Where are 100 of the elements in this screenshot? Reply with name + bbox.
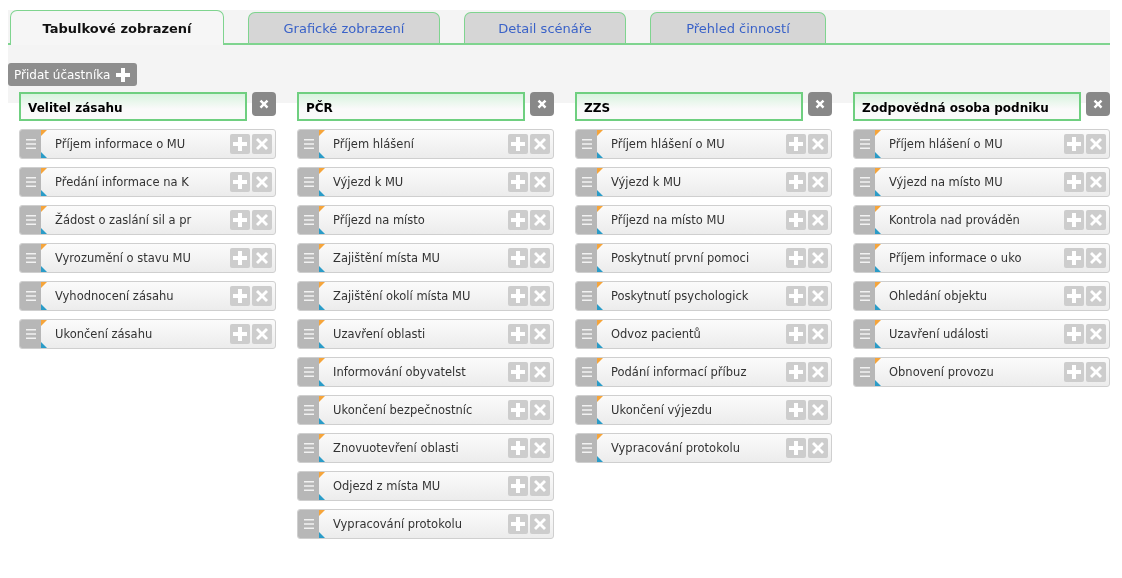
drag-handle-icon[interactable] [576, 168, 597, 196]
activity-card[interactable]: Odvoz pacientů [575, 319, 832, 349]
drag-handle-icon[interactable] [20, 244, 41, 272]
remove-activity-button[interactable] [808, 172, 828, 192]
add-activity-button[interactable] [786, 438, 806, 458]
drag-handle-icon[interactable] [576, 396, 597, 424]
remove-activity-button[interactable] [808, 248, 828, 268]
add-activity-button[interactable] [508, 172, 528, 192]
add-activity-button[interactable] [786, 286, 806, 306]
activity-card[interactable]: Ukončení výjezdu [575, 395, 832, 425]
remove-activity-button[interactable] [808, 438, 828, 458]
activity-card[interactable]: Příjem hlášení [297, 129, 554, 159]
activity-card[interactable]: Příjem informace o MU [19, 129, 276, 159]
activity-card[interactable]: Příjem hlášení o MU [575, 129, 832, 159]
drag-handle-icon[interactable] [298, 320, 319, 348]
remove-activity-button[interactable] [530, 210, 550, 230]
remove-activity-button[interactable] [1086, 324, 1106, 344]
add-activity-button[interactable] [786, 172, 806, 192]
remove-activity-button[interactable] [530, 172, 550, 192]
activity-card[interactable]: Uzavření události [853, 319, 1110, 349]
drag-handle-icon[interactable] [298, 510, 319, 538]
activity-card[interactable]: Předání informace na K [19, 167, 276, 197]
add-activity-button[interactable] [230, 172, 250, 192]
drag-handle-icon[interactable] [576, 206, 597, 234]
drag-handle-icon[interactable] [298, 282, 319, 310]
drag-handle-icon[interactable] [576, 320, 597, 348]
remove-activity-button[interactable] [1086, 172, 1106, 192]
remove-activity-button[interactable] [252, 324, 272, 344]
add-activity-button[interactable] [230, 134, 250, 154]
activity-card[interactable]: Vypracování protokolu [575, 433, 832, 463]
add-activity-button[interactable] [786, 400, 806, 420]
activity-card[interactable]: Příjezd na místo [297, 205, 554, 235]
add-activity-button[interactable] [508, 514, 528, 534]
add-activity-button[interactable] [786, 324, 806, 344]
drag-handle-icon[interactable] [20, 282, 41, 310]
remove-participant-button[interactable] [1086, 92, 1110, 116]
add-activity-button[interactable] [786, 210, 806, 230]
tab[interactable]: Přehled činností [650, 12, 826, 43]
activity-card[interactable]: Ukončení zásahu [19, 319, 276, 349]
activity-card[interactable]: Kontrola nad prováděn [853, 205, 1110, 235]
activity-card[interactable]: Informování obyvatelst [297, 357, 554, 387]
activity-card[interactable]: Uzavření oblasti [297, 319, 554, 349]
add-activity-button[interactable] [786, 134, 806, 154]
activity-card[interactable]: Vyrozumění o stavu MU [19, 243, 276, 273]
drag-handle-icon[interactable] [298, 472, 319, 500]
drag-handle-icon[interactable] [576, 244, 597, 272]
remove-activity-button[interactable] [530, 438, 550, 458]
activity-card[interactable]: Podání informací příbuz [575, 357, 832, 387]
add-activity-button[interactable] [230, 324, 250, 344]
add-activity-button[interactable] [508, 324, 528, 344]
add-activity-button[interactable] [508, 248, 528, 268]
tab[interactable]: Tabulkové zobrazení [10, 10, 224, 45]
add-activity-button[interactable] [230, 248, 250, 268]
remove-activity-button[interactable] [530, 324, 550, 344]
drag-handle-icon[interactable] [298, 168, 319, 196]
remove-activity-button[interactable] [1086, 362, 1106, 382]
drag-handle-icon[interactable] [20, 168, 41, 196]
add-activity-button[interactable] [508, 400, 528, 420]
drag-handle-icon[interactable] [854, 168, 875, 196]
remove-activity-button[interactable] [252, 210, 272, 230]
drag-handle-icon[interactable] [576, 282, 597, 310]
add-activity-button[interactable] [508, 476, 528, 496]
add-activity-button[interactable] [786, 362, 806, 382]
remove-activity-button[interactable] [1086, 286, 1106, 306]
drag-handle-icon[interactable] [576, 358, 597, 386]
activity-card[interactable]: Obnovení provozu [853, 357, 1110, 387]
remove-activity-button[interactable] [808, 134, 828, 154]
add-activity-button[interactable] [1064, 362, 1084, 382]
activity-card[interactable]: Příjezd na místo MU [575, 205, 832, 235]
drag-handle-icon[interactable] [576, 434, 597, 462]
remove-activity-button[interactable] [808, 324, 828, 344]
activity-card[interactable]: Poskytnutí první pomoci [575, 243, 832, 273]
add-activity-button[interactable] [1064, 134, 1084, 154]
add-activity-button[interactable] [230, 210, 250, 230]
add-activity-button[interactable] [1064, 324, 1084, 344]
activity-card[interactable]: Znovuotevření oblasti [297, 433, 554, 463]
remove-activity-button[interactable] [808, 362, 828, 382]
activity-card[interactable]: Ohledání objektu [853, 281, 1110, 311]
remove-activity-button[interactable] [530, 286, 550, 306]
activity-card[interactable]: Vyhodnocení zásahu [19, 281, 276, 311]
add-activity-button[interactable] [230, 286, 250, 306]
remove-activity-button[interactable] [530, 400, 550, 420]
drag-handle-icon[interactable] [20, 320, 41, 348]
remove-participant-button[interactable] [808, 92, 832, 116]
remove-activity-button[interactable] [252, 172, 272, 192]
tab[interactable]: Grafické zobrazení [248, 12, 440, 43]
activity-card[interactable]: Výjezd k MU [575, 167, 832, 197]
drag-handle-icon[interactable] [20, 206, 41, 234]
remove-activity-button[interactable] [530, 362, 550, 382]
activity-card[interactable]: Vypracování protokolu [297, 509, 554, 539]
drag-handle-icon[interactable] [854, 244, 875, 272]
activity-card[interactable]: Zajištění okolí místa MU [297, 281, 554, 311]
add-activity-button[interactable] [1064, 286, 1084, 306]
drag-handle-icon[interactable] [854, 282, 875, 310]
activity-card[interactable]: Příjem hlášení o MU [853, 129, 1110, 159]
drag-handle-icon[interactable] [298, 206, 319, 234]
remove-activity-button[interactable] [530, 248, 550, 268]
remove-activity-button[interactable] [530, 476, 550, 496]
remove-participant-button[interactable] [252, 92, 276, 116]
remove-activity-button[interactable] [530, 134, 550, 154]
